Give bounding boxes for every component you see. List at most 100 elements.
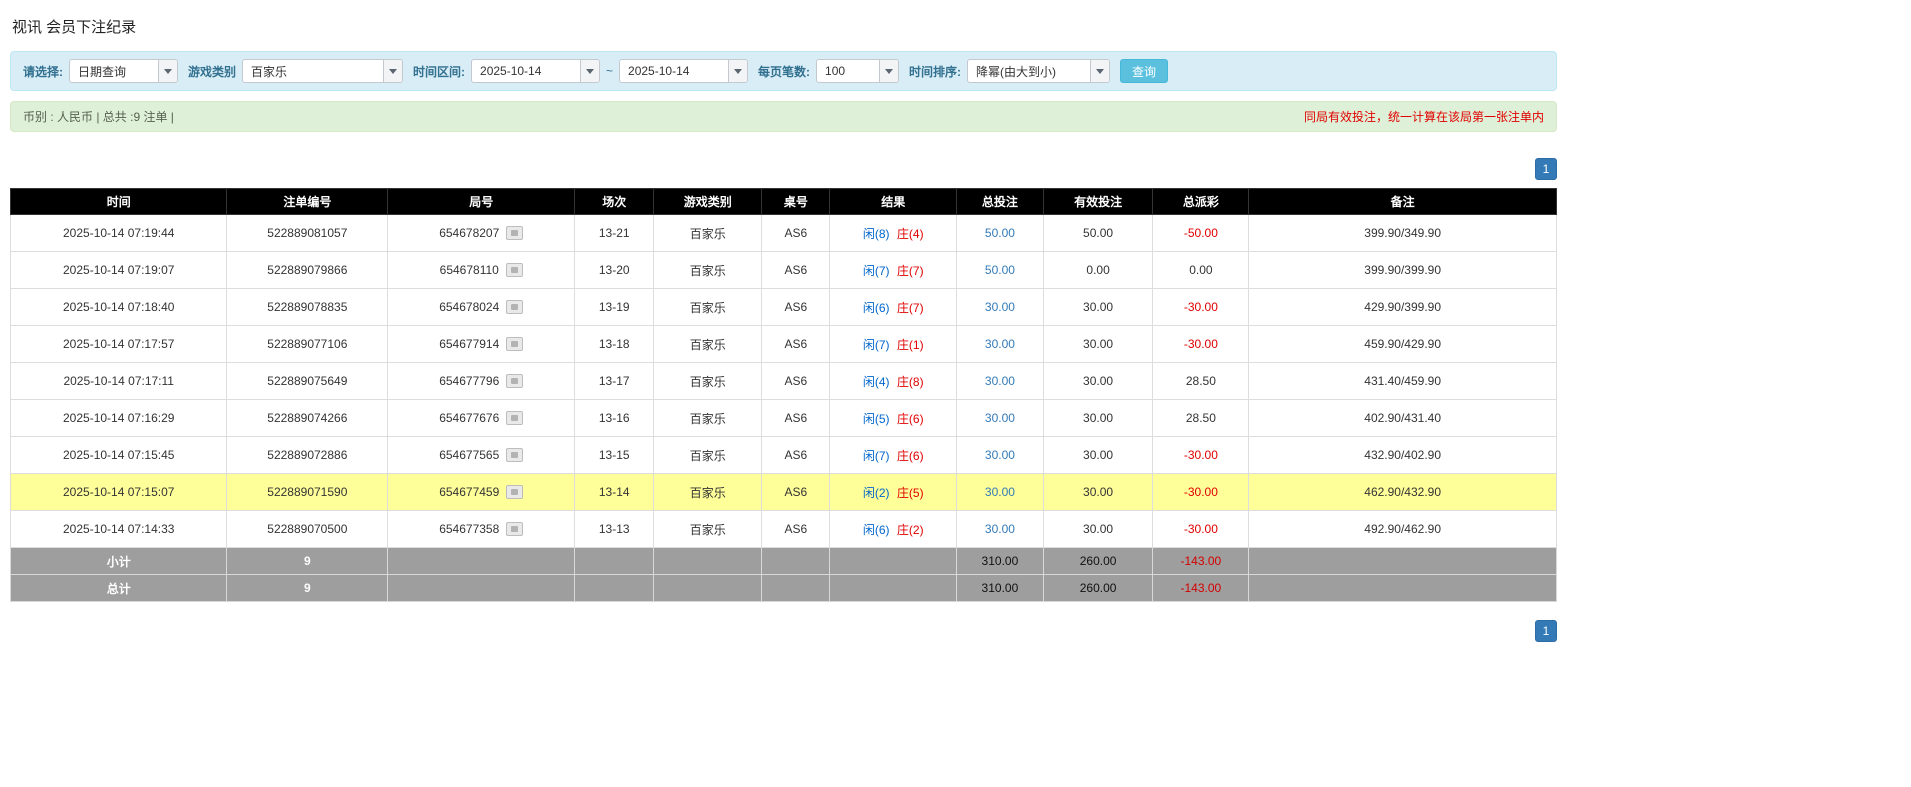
cell-session: 13-17: [575, 363, 654, 400]
empty-cell: [388, 575, 575, 602]
cell-payout: -50.00: [1153, 215, 1249, 252]
cell-total-bet: 50.00: [957, 215, 1044, 252]
cell-time: 2025-10-14 07:15:45: [11, 437, 227, 474]
notice-text: 同局有效投注，统一计算在该局第一张注单内: [1304, 108, 1544, 125]
date-from-dropdown-button[interactable]: [580, 60, 599, 82]
replay-icon[interactable]: [506, 448, 523, 462]
total-bet-link[interactable]: 30.00: [985, 300, 1015, 314]
subtotal-count: 9: [227, 548, 388, 575]
page-size-input[interactable]: [817, 60, 879, 82]
replay-icon[interactable]: [506, 337, 523, 351]
col-header-bet-id: 注单编号: [227, 189, 388, 215]
cell-remark: 399.90/349.90: [1249, 215, 1557, 252]
sort-order-label: 时间排序:: [909, 63, 961, 80]
game-type-dropdown-button[interactable]: [383, 60, 402, 82]
game-type-input[interactable]: [243, 60, 383, 82]
replay-icon[interactable]: [506, 485, 523, 499]
empty-cell: [762, 548, 830, 575]
cell-game-type: 百家乐: [654, 511, 762, 548]
cell-valid-bet: 30.00: [1043, 326, 1153, 363]
search-button[interactable]: 查询: [1120, 59, 1168, 83]
cell-total-bet: 30.00: [957, 400, 1044, 437]
bet-records-table: 时间 注单编号 局号 场次 游戏类别 桌号 结果 总投注 有效投注 总派彩 备注…: [10, 188, 1557, 602]
table-header-row: 时间 注单编号 局号 场次 游戏类别 桌号 结果 总投注 有效投注 总派彩 备注: [11, 189, 1557, 215]
empty-cell: [575, 548, 654, 575]
col-header-total-bet: 总投注: [957, 189, 1044, 215]
total-bet-link[interactable]: 50.00: [985, 263, 1015, 277]
subtotal-payout: -143.00: [1153, 548, 1249, 575]
cell-valid-bet: 30.00: [1043, 511, 1153, 548]
total-bet-link[interactable]: 30.00: [985, 448, 1015, 462]
table-row: 2025-10-14 07:15:45 522889072886 6546775…: [11, 437, 1557, 474]
page-1-button[interactable]: 1: [1535, 158, 1557, 180]
empty-cell: [762, 575, 830, 602]
total-bet-link[interactable]: 30.00: [985, 485, 1015, 499]
result-banker: 庄(5): [897, 486, 924, 500]
result-banker: 庄(1): [897, 338, 924, 352]
cell-payout: 28.50: [1153, 363, 1249, 400]
cell-payout: -30.00: [1153, 511, 1249, 548]
cell-session: 13-15: [575, 437, 654, 474]
sort-order-input[interactable]: [968, 60, 1090, 82]
select-type-input[interactable]: [70, 60, 158, 82]
table-row: 2025-10-14 07:17:57 522889077106 6546779…: [11, 326, 1557, 363]
round-number: 654678024: [439, 300, 499, 314]
round-number: 654677914: [439, 337, 499, 351]
chevron-down-icon: [734, 69, 742, 74]
replay-icon[interactable]: [506, 263, 523, 277]
round-number: 654677676: [439, 411, 499, 425]
replay-icon[interactable]: [506, 300, 523, 314]
cell-game-type: 百家乐: [654, 326, 762, 363]
cell-total-bet: 30.00: [957, 437, 1044, 474]
select-type-dropdown-button[interactable]: [158, 60, 177, 82]
cell-result: 闲(7) 庄(1): [830, 326, 957, 363]
cell-table-number: AS6: [762, 363, 830, 400]
cell-payout: -30.00: [1153, 474, 1249, 511]
cell-round: 654677914: [388, 326, 575, 363]
replay-icon[interactable]: [506, 522, 523, 536]
date-range-separator: ~: [606, 64, 613, 78]
cell-round: 654678110: [388, 252, 575, 289]
date-from-input[interactable]: [472, 60, 580, 82]
empty-cell: [1249, 548, 1557, 575]
cell-total-bet: 30.00: [957, 511, 1044, 548]
total-bet-link[interactable]: 50.00: [985, 226, 1015, 240]
replay-icon[interactable]: [506, 374, 523, 388]
select-type-combo: [69, 59, 178, 83]
total-bet-link[interactable]: 30.00: [985, 337, 1015, 351]
cell-time: 2025-10-14 07:14:33: [11, 511, 227, 548]
result-player: 闲(7): [863, 338, 890, 352]
cell-result: 闲(6) 庄(2): [830, 511, 957, 548]
chevron-down-icon: [1096, 69, 1104, 74]
date-to-dropdown-button[interactable]: [728, 60, 747, 82]
round-number: 654677565: [439, 448, 499, 462]
col-header-time: 时间: [11, 189, 227, 215]
cell-table-number: AS6: [762, 400, 830, 437]
empty-cell: [575, 575, 654, 602]
chevron-down-icon: [885, 69, 893, 74]
page-size-dropdown-button[interactable]: [879, 60, 898, 82]
date-to-input[interactable]: [620, 60, 728, 82]
replay-icon[interactable]: [506, 411, 523, 425]
replay-icon[interactable]: [506, 226, 523, 240]
sort-order-dropdown-button[interactable]: [1090, 60, 1109, 82]
cell-session: 13-21: [575, 215, 654, 252]
cell-remark: 402.90/431.40: [1249, 400, 1557, 437]
total-bet-link[interactable]: 30.00: [985, 411, 1015, 425]
cell-valid-bet: 30.00: [1043, 400, 1153, 437]
cell-total-bet: 30.00: [957, 363, 1044, 400]
round-number: 654678207: [439, 226, 499, 240]
cell-time: 2025-10-14 07:19:44: [11, 215, 227, 252]
empty-cell: [830, 575, 957, 602]
cell-valid-bet: 30.00: [1043, 289, 1153, 326]
chevron-down-icon: [164, 69, 172, 74]
cell-time: 2025-10-14 07:19:07: [11, 252, 227, 289]
cell-game-type: 百家乐: [654, 437, 762, 474]
game-type-label: 游戏类别: [188, 63, 236, 80]
page-1-button[interactable]: 1: [1535, 620, 1557, 642]
total-bet-link[interactable]: 30.00: [985, 374, 1015, 388]
total-bet-link[interactable]: 30.00: [985, 522, 1015, 536]
cell-time: 2025-10-14 07:15:07: [11, 474, 227, 511]
cell-time: 2025-10-14 07:16:29: [11, 400, 227, 437]
cell-round: 654677565: [388, 437, 575, 474]
